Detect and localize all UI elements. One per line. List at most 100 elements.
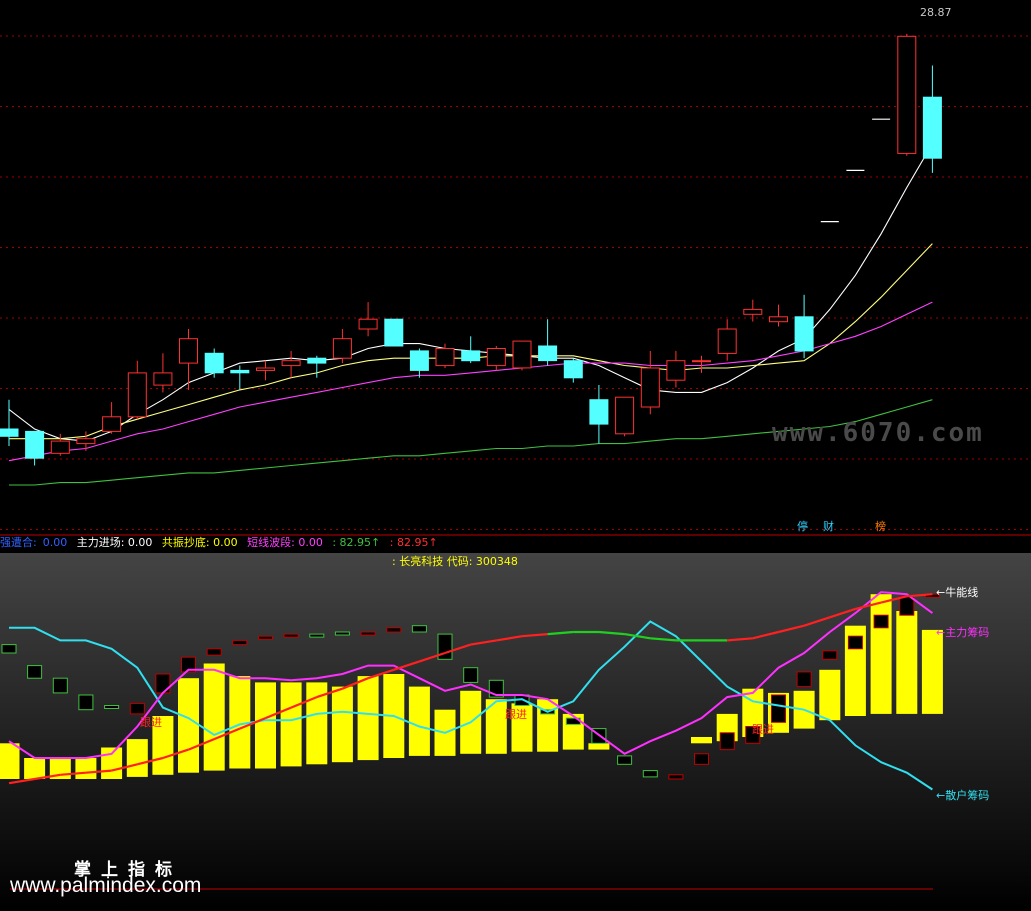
energy-bar bbox=[357, 676, 379, 761]
candle-body bbox=[127, 372, 147, 418]
signal-box bbox=[719, 732, 735, 751]
candle-body bbox=[25, 430, 45, 459]
candle-body bbox=[179, 338, 198, 364]
candle-body bbox=[384, 318, 404, 347]
energy-bar bbox=[691, 737, 712, 744]
signal-box bbox=[411, 625, 427, 633]
candle-body bbox=[640, 367, 660, 408]
signal-box bbox=[463, 667, 479, 683]
candle-body bbox=[76, 438, 96, 445]
candle-body bbox=[666, 360, 686, 381]
candle-body bbox=[563, 360, 583, 379]
signal-follow-label: 跟进 bbox=[140, 716, 162, 729]
energy-bar bbox=[280, 682, 302, 767]
signal-box bbox=[206, 648, 222, 656]
tag-ranking[interactable]: 榜 bbox=[874, 518, 887, 534]
energy-bar bbox=[588, 743, 610, 750]
candle-body bbox=[204, 352, 224, 374]
signal-box bbox=[360, 631, 376, 636]
candle-body bbox=[281, 360, 301, 367]
signal-follow-label: 跟进 bbox=[505, 708, 527, 721]
price-panel-bg bbox=[0, 0, 1031, 535]
signal-box bbox=[694, 753, 709, 765]
watermark-palmindex: www.palmindex.com bbox=[10, 874, 202, 897]
energy-bar bbox=[101, 747, 123, 779]
tag-halt[interactable]: 停 bbox=[796, 518, 809, 534]
stock-chart bbox=[0, 0, 1031, 911]
signal-box bbox=[668, 774, 684, 780]
info-item: 强遭合: bbox=[0, 536, 37, 549]
candle-body bbox=[486, 348, 506, 367]
signal-box bbox=[129, 702, 145, 715]
signal-box bbox=[232, 639, 248, 646]
signal-box bbox=[617, 755, 633, 765]
candle-body bbox=[307, 357, 327, 364]
candle-body bbox=[0, 428, 19, 437]
signal-box bbox=[386, 627, 402, 633]
candle-body bbox=[615, 396, 635, 435]
energy-bar bbox=[331, 686, 353, 763]
candle-body bbox=[922, 96, 942, 159]
candle-body bbox=[743, 308, 763, 315]
signal-box bbox=[283, 633, 299, 638]
candle-body bbox=[461, 350, 481, 362]
signal-box bbox=[771, 694, 786, 723]
info-item: : 82.95↑ bbox=[389, 536, 438, 549]
signal-box bbox=[52, 677, 68, 694]
candle-body bbox=[256, 367, 275, 371]
candle-body bbox=[153, 372, 173, 386]
energy-bar bbox=[0, 743, 20, 779]
stock-name-code: : 长亮科技 代码: 300348 bbox=[392, 555, 518, 568]
signal-box bbox=[155, 673, 171, 694]
signal-box bbox=[873, 614, 889, 629]
signal-box bbox=[1, 644, 17, 654]
info-item: 共振抄底: 0.00 bbox=[161, 536, 238, 549]
candle-body bbox=[409, 350, 429, 371]
signal-box bbox=[847, 635, 863, 650]
signal-box bbox=[309, 633, 325, 638]
watermark-6070: www.6070.com bbox=[772, 418, 984, 448]
candle-body bbox=[692, 360, 711, 363]
energy-bar bbox=[255, 682, 276, 769]
energy-bar bbox=[75, 758, 97, 779]
energy-bar bbox=[178, 678, 199, 773]
candle-body bbox=[230, 369, 250, 374]
info-item: 主力进场: 0.00 bbox=[76, 536, 153, 549]
info-item: 0.00 bbox=[42, 536, 68, 549]
signal-box bbox=[796, 671, 812, 688]
energy-bar bbox=[870, 594, 892, 714]
signal-box bbox=[642, 770, 658, 778]
candle-body bbox=[717, 328, 737, 354]
energy-bar bbox=[203, 663, 225, 771]
signal-box bbox=[822, 650, 838, 660]
energy-bar bbox=[24, 758, 46, 779]
legend-niu-line: ←牛能线 bbox=[936, 586, 979, 599]
candle-body bbox=[102, 416, 122, 432]
price-high-label: 28.87 bbox=[920, 6, 952, 19]
energy-bar bbox=[921, 629, 943, 714]
indicator-info-bar: 强遭合: 0.00 主力进场: 0.00 共振抄底: 0.00 短线波段: 0.0… bbox=[0, 536, 444, 550]
candle-body bbox=[358, 318, 378, 330]
candle-body bbox=[794, 316, 814, 352]
signal-box bbox=[78, 694, 94, 711]
candle-body bbox=[332, 338, 352, 359]
legend-retail-chip: ←散户筹码 bbox=[936, 789, 990, 802]
candle-body bbox=[769, 316, 788, 323]
candle-body bbox=[538, 345, 558, 362]
signal-box bbox=[104, 705, 120, 709]
info-item: : 82.95↑ bbox=[332, 536, 381, 549]
energy-bar bbox=[408, 686, 430, 756]
candle-body bbox=[50, 440, 70, 454]
signal-follow-label: 跟进 bbox=[752, 723, 774, 736]
energy-bar bbox=[896, 611, 918, 714]
signal-box bbox=[334, 631, 350, 636]
tag-finance[interactable]: 财 bbox=[822, 518, 835, 534]
candle-body bbox=[435, 348, 455, 367]
candle-body bbox=[589, 399, 609, 425]
energy-bar bbox=[819, 669, 841, 721]
legend-main-chip: ←主力筹码 bbox=[936, 626, 990, 639]
energy-bar bbox=[126, 739, 148, 777]
signal-box bbox=[899, 595, 915, 616]
candle-body bbox=[897, 35, 917, 154]
candle-body bbox=[512, 340, 532, 369]
